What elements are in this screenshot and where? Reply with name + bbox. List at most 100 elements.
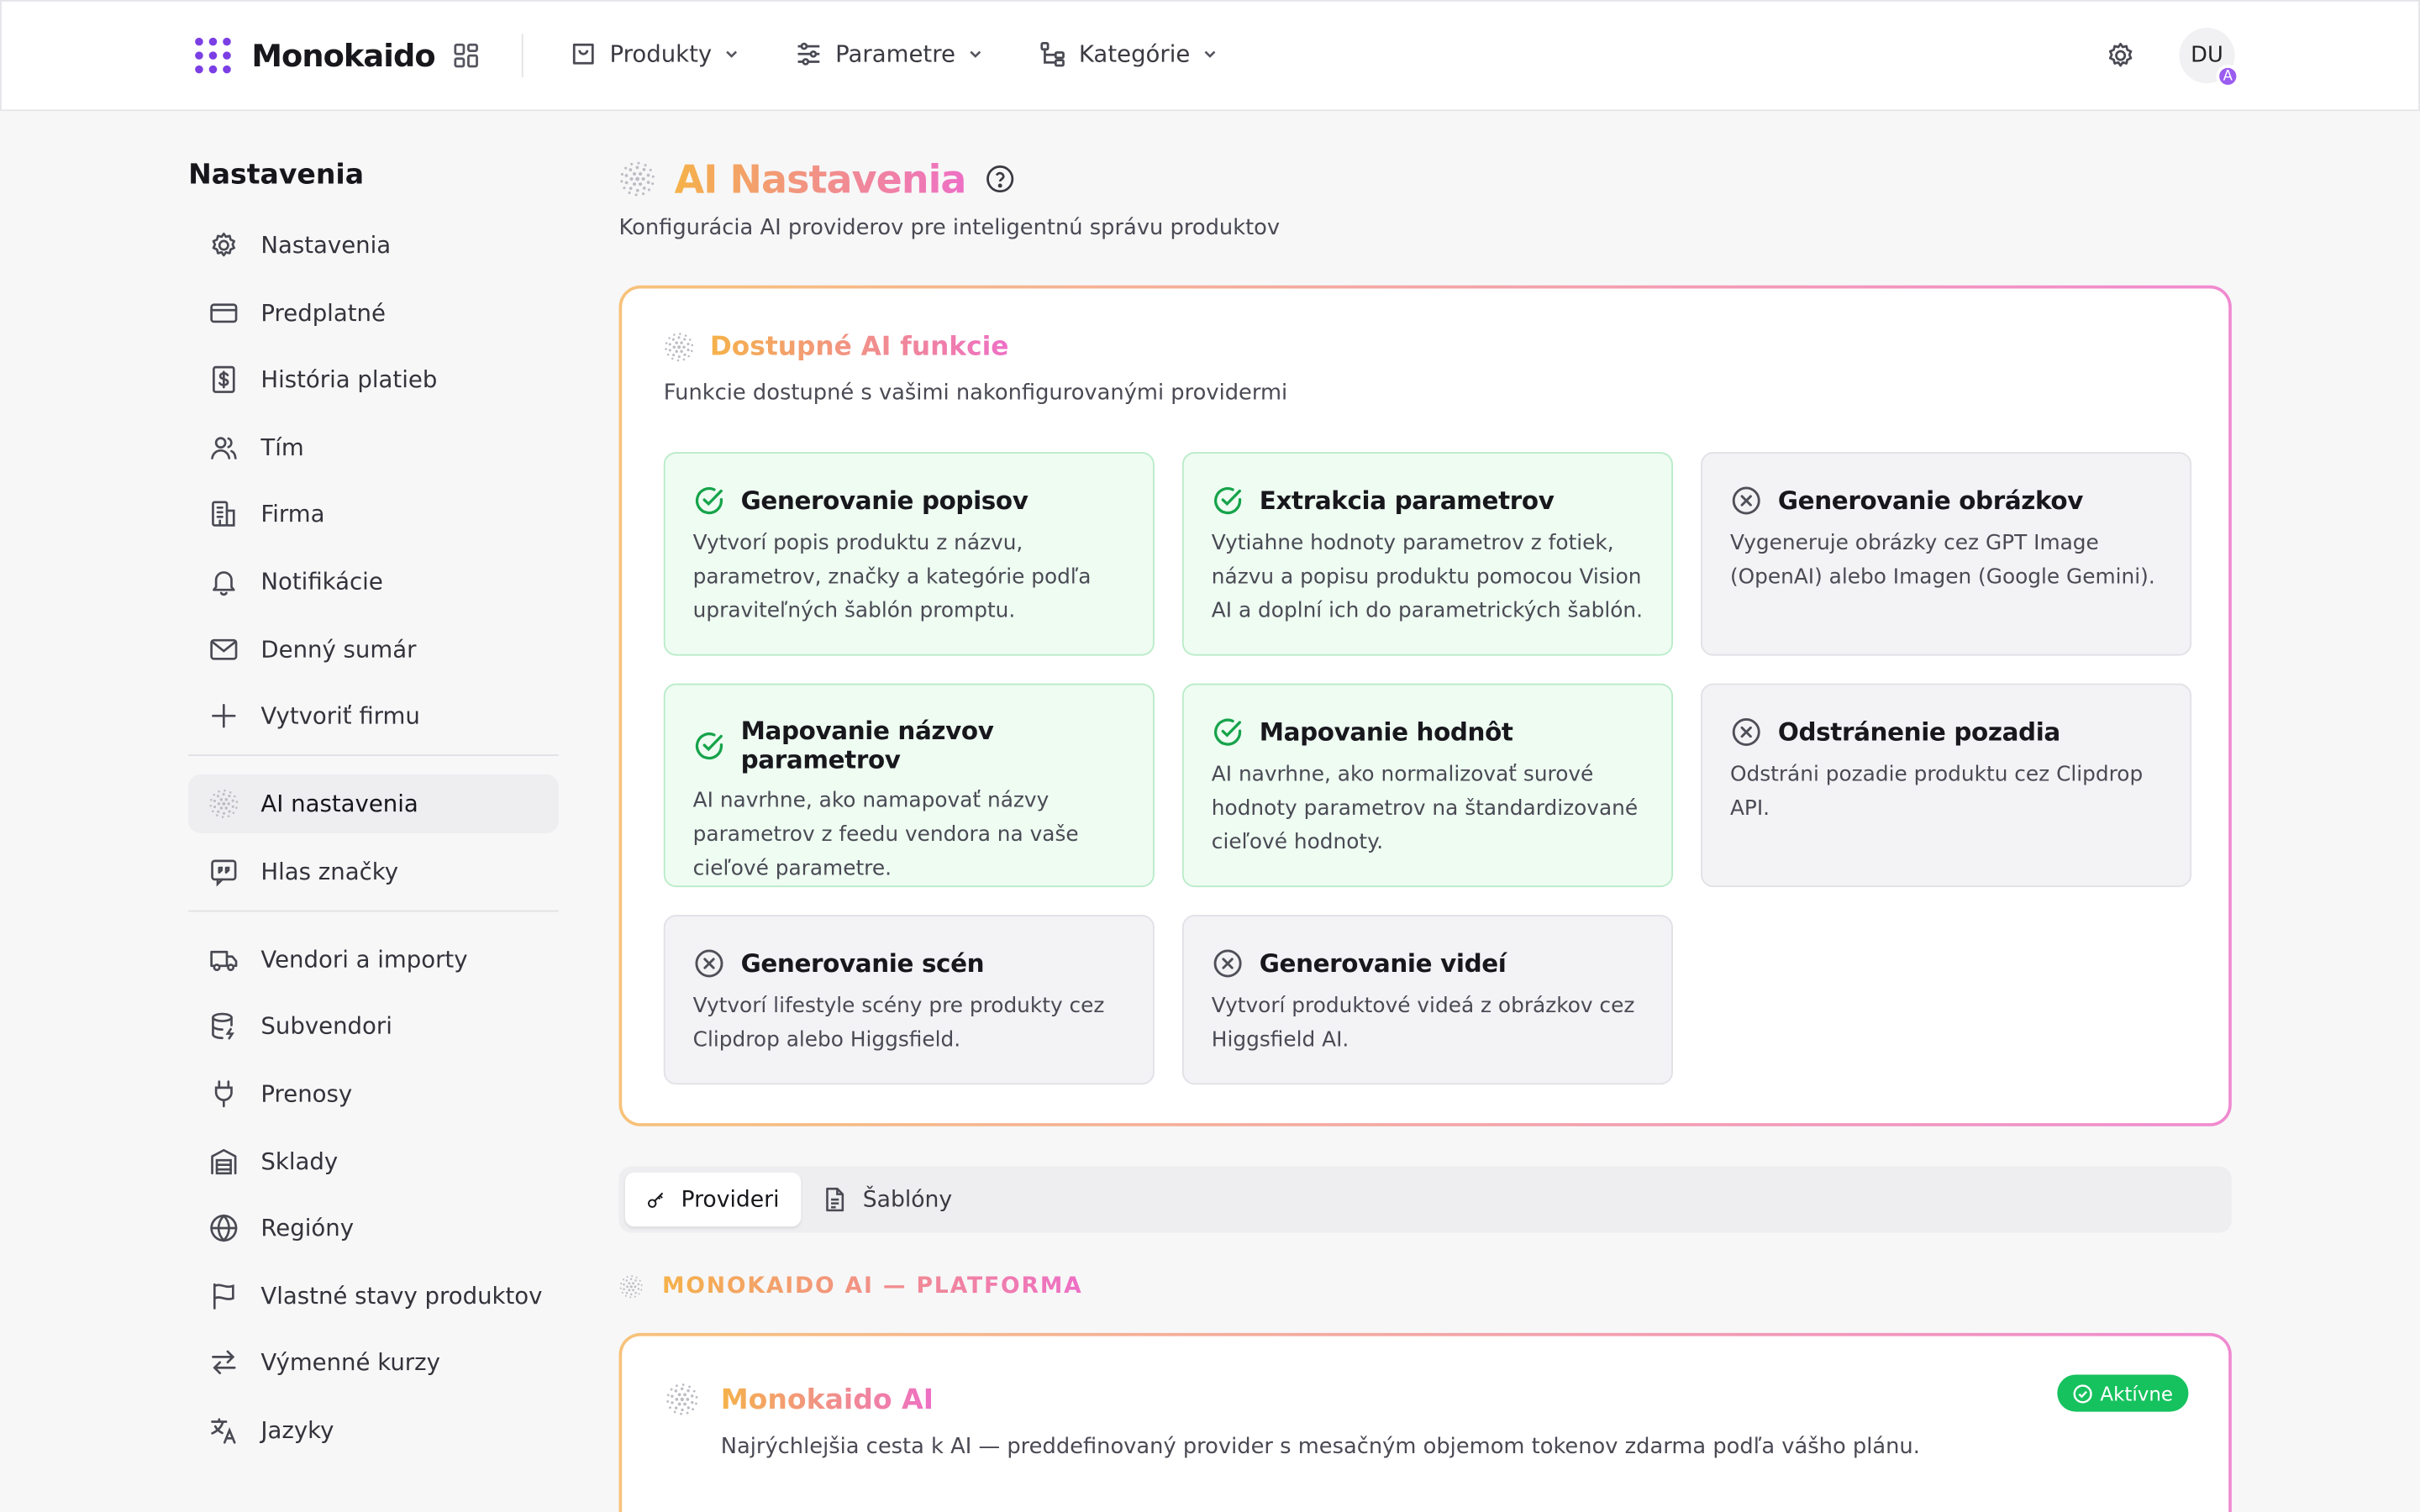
feature-card: Extrakcia parametrov Vytiahne hodnoty par… xyxy=(1181,452,1673,656)
sliders-icon xyxy=(798,42,820,66)
sidebar-item-label: Vendori a importy xyxy=(260,945,468,974)
status-badge-label: Aktívne xyxy=(2100,1381,2174,1405)
ai-sparkle-icon xyxy=(664,332,695,363)
x-circle-icon xyxy=(1212,948,1244,980)
features-title: Dostupné AI funkcie xyxy=(709,331,1009,363)
settings-gear-icon[interactable] xyxy=(2105,40,2136,71)
provider-description: Najrýchlejšia cesta k AI — preddefinovan… xyxy=(720,1435,1920,1460)
feature-card: Generovanie obrázkov Vygeneruje obrázky c… xyxy=(1701,452,2192,656)
sidebar-item-label: Nastavenia xyxy=(260,231,392,260)
database-icon xyxy=(208,1011,239,1042)
feature-description: AI navrhne, ako normalizovať surové hodn… xyxy=(1211,762,1639,855)
sidebar-item-label: Predplatné xyxy=(260,298,386,327)
sidebar-item-hlas-znacky[interactable]: Hlas značky xyxy=(188,842,559,900)
sidebar-item-jazyky[interactable]: Jazyky xyxy=(188,1401,559,1460)
check-circle-icon xyxy=(693,729,726,762)
sidebar-item-predplatne[interactable]: Predplatné xyxy=(188,283,559,342)
tab-sablony[interactable]: Šablóny xyxy=(801,1173,974,1226)
sidebar-item-vymenne-kurzy[interactable]: Výmenné kurzy xyxy=(188,1333,559,1392)
sidebar-item-denny-sumar[interactable]: Denný sumár xyxy=(188,620,559,679)
help-icon[interactable] xyxy=(985,164,1016,195)
gear-icon xyxy=(208,230,239,261)
sidebar-item-notifikacie[interactable]: Notifikácie xyxy=(188,552,559,611)
nav-produkty[interactable]: Produkty xyxy=(570,35,740,72)
ai-features-card: Dostupné AI funkcie Funkcie dostupné s v… xyxy=(618,285,2232,1126)
sidebar-item-sklady[interactable]: Sklady xyxy=(188,1131,559,1190)
status-badge: Aktívne xyxy=(2056,1374,2189,1412)
chevron-down-icon xyxy=(970,50,981,58)
flag-icon xyxy=(208,1280,239,1311)
plus-icon xyxy=(208,701,239,732)
sidebar-divider xyxy=(188,910,559,912)
sidebar-item-vytvorit-firmu[interactable]: Vytvoriť firmu xyxy=(188,687,559,746)
apps-grid-icon[interactable] xyxy=(452,42,480,70)
settings-sidebar: Nastavenia Nastavenia Predplatné História … xyxy=(188,155,559,1468)
sidebar-item-regiony[interactable]: Regióny xyxy=(188,1199,559,1257)
exchange-icon xyxy=(208,1347,239,1378)
feature-title: Odstránenie pozadia xyxy=(1777,717,2060,747)
feature-card: Odstránenie pozadia Odstráni pozadie prod… xyxy=(1701,683,2192,888)
brand-logo[interactable]: Monokaido xyxy=(193,35,436,76)
sidebar-item-firma[interactable]: Firma xyxy=(188,485,559,543)
plug-icon xyxy=(208,1079,239,1110)
sidebar-item-label: Prenosy xyxy=(260,1079,353,1108)
sidebar-item-label: Vlastné stavy produktov xyxy=(260,1281,543,1310)
check-circle-icon xyxy=(1212,485,1244,517)
nav-kategorie[interactable]: Kategórie xyxy=(1039,35,1218,72)
features-subtitle: Funkcie dostupné s vašimi nakonfigurovan… xyxy=(663,381,1288,407)
tab-provideri[interactable]: Provideri xyxy=(624,1172,802,1227)
sidebar-item-prenosy[interactable]: Prenosy xyxy=(188,1064,559,1123)
check-circle-icon xyxy=(693,485,726,517)
mail-icon xyxy=(208,633,239,664)
sidebar-item-vlastne-stavy-produktov[interactable]: Vlastné stavy produktov xyxy=(188,1266,559,1325)
feature-title: Generovanie videí xyxy=(1259,948,1507,979)
sidebar-item-vendori-a-importy[interactable]: Vendori a importy xyxy=(188,930,559,989)
feature-description: Odstráni pozadie produktu cez Clipdrop A… xyxy=(1729,762,2144,822)
tab-provideri-label: Provideri xyxy=(681,1187,780,1212)
receipt-icon xyxy=(208,365,239,396)
platform-section-text: MONOKAIDO AI — PLATFORMA xyxy=(661,1274,1083,1299)
sidebar-divider xyxy=(188,754,559,757)
tree-icon xyxy=(1040,42,1065,67)
feature-description: Vytvorí produktové videá z obrázkov cez … xyxy=(1211,993,1635,1053)
x-circle-icon xyxy=(1730,716,1763,748)
feature-card: Generovanie scén Vytvorí lifestyle scény … xyxy=(663,915,1155,1085)
main-nav: Produkty Parametre Kategórie xyxy=(570,35,1274,72)
user-avatar[interactable]: DU A xyxy=(2179,28,2240,88)
feature-title: Mapovanie názvov parametrov xyxy=(740,716,994,775)
sidebar-item-label: História platieb xyxy=(260,365,438,394)
feature-card: Mapovanie názvov parametrov AI navrhne, a… xyxy=(663,683,1155,888)
brand-name: Monokaido xyxy=(251,37,435,75)
translate-icon xyxy=(208,1415,239,1446)
features-grid: Generovanie popisov Vytvorí popis produkt… xyxy=(663,452,2193,1085)
feature-description: Vygeneruje obrázky cez GPT Image (OpenAI… xyxy=(1729,530,2155,590)
sidebar-item-label: AI nastavenia xyxy=(260,790,418,818)
sidebar-item-tim[interactable]: Tím xyxy=(188,417,559,476)
feature-card: Mapovanie hodnôt AI navrhne, ako normaliz… xyxy=(1181,683,1673,888)
sidebar-item-label: Regióny xyxy=(260,1214,355,1242)
sidebar-item-label: Jazyky xyxy=(260,1415,334,1444)
sidebar-item-label: Tím xyxy=(260,433,304,461)
sidebar-item-historia-platieb[interactable]: História platieb xyxy=(188,350,559,409)
sidebar-item-label: Hlas značky xyxy=(260,857,399,885)
feature-title: Mapovanie hodnôt xyxy=(1259,717,1513,747)
sidebar-item-label: Sklady xyxy=(260,1147,339,1175)
nav-parametre[interactable]: Parametre xyxy=(795,35,983,72)
provider-title: Monokaido AI xyxy=(720,1383,934,1416)
sidebar-item-label: Subvendori xyxy=(260,1012,392,1041)
sidebar-item-ai-nastavenia[interactable]: AI nastavenia xyxy=(188,774,559,834)
sidebar-item-label: Firma xyxy=(260,500,325,528)
sidebar-item-label: Notifikácie xyxy=(260,567,383,596)
sidebar-item-subvendori[interactable]: Subvendori xyxy=(188,997,559,1056)
settings-tabs: Provideri Šablóny xyxy=(618,1166,2232,1233)
top-header: Monokaido Produkty Parametre Kategórie D… xyxy=(0,0,2420,112)
feature-description: Vytvorí lifestyle scény pre produkty cez… xyxy=(692,993,1105,1053)
sidebar-title: Nastavenia xyxy=(188,159,365,192)
sidebar-item-nastavenia[interactable]: Nastavenia xyxy=(188,216,559,275)
feature-title: Generovanie scén xyxy=(740,948,985,979)
bell-icon xyxy=(208,566,239,597)
avatar-badge: A xyxy=(2216,65,2240,88)
users-icon xyxy=(208,432,239,463)
feature-description: Vytvorí popis produktu z názvu, parametr… xyxy=(692,530,1092,624)
building-icon xyxy=(208,499,239,530)
